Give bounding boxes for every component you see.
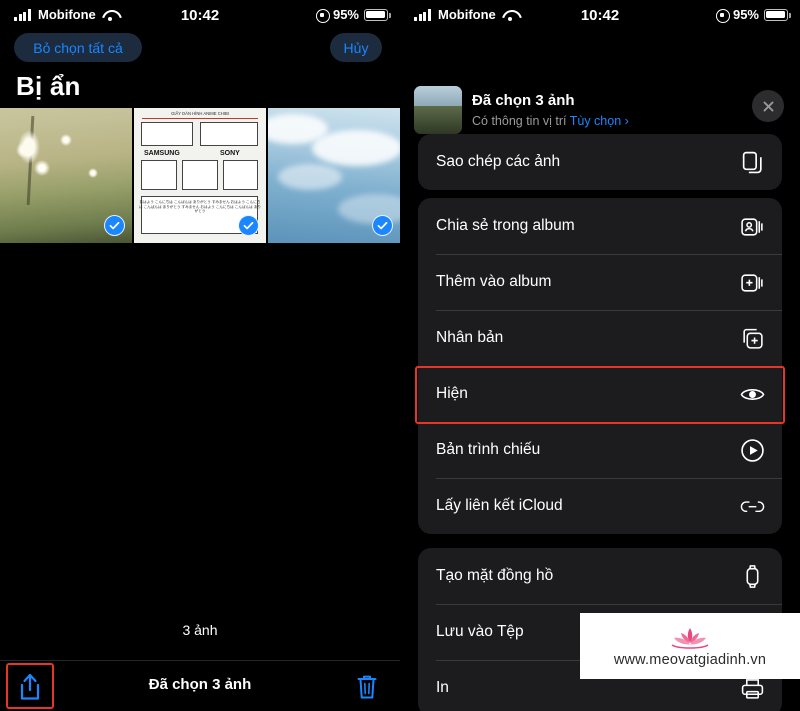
duplicate-icon: [738, 324, 766, 352]
add-to-album-icon: [738, 268, 766, 296]
status-bar-right: Mobifone 10:42 95%: [400, 0, 800, 32]
row-label: Tạo mặt đồng hồ: [436, 567, 554, 584]
row-slideshow[interactable]: Bản trình chiếu: [418, 422, 782, 478]
share-sheet-title: Đã chọn 3 ảnh: [472, 92, 575, 109]
row-label: Chia sẻ trong album: [436, 217, 575, 234]
action-group-2: Chia sẻ trong album Thêm vào album Nhân …: [418, 198, 782, 534]
battery-icon: [764, 8, 791, 21]
checkmark-icon: [109, 221, 120, 230]
selection-thumbnail[interactable]: [414, 86, 462, 134]
row-share-in-album[interactable]: Chia sẻ trong album: [418, 198, 782, 254]
play-circle-icon: [738, 436, 766, 464]
share-icon[interactable]: [18, 673, 42, 701]
close-icon: [763, 101, 773, 111]
page-title: Bị ẩn: [16, 71, 81, 101]
selection-summary-label: Đã chọn 3 ảnh: [148, 676, 252, 693]
row-label: Hiện: [436, 385, 468, 402]
trash-icon[interactable]: [356, 674, 378, 700]
location-info-label: Có thông tin vị trí: [472, 114, 567, 128]
row-label: Lưu vào Tệp: [436, 623, 524, 640]
action-group-1: Sao chép các ảnh: [418, 134, 782, 190]
navigation-row: Bỏ chọn tất cả Hủy: [0, 33, 400, 63]
photo-thumbnail-1[interactable]: [0, 108, 132, 243]
eye-icon: [738, 380, 766, 408]
photos-app-panel: Mobifone 10:42 95% Bỏ chọn tất cả Hủy Bị…: [0, 0, 400, 711]
watermark-url: www.meovatgiadinh.vn: [613, 651, 767, 668]
row-label: In: [436, 679, 449, 696]
row-create-watch-face[interactable]: Tạo mặt đồng hồ: [418, 548, 782, 604]
row-duplicate[interactable]: Nhân bản: [418, 310, 782, 366]
selection-check-1[interactable]: [104, 215, 125, 236]
screenshot-root: Mobifone 10:42 95% Bỏ chọn tất cả Hủy Bị…: [0, 0, 800, 711]
row-label: Lấy liên kết iCloud: [436, 497, 563, 514]
share-sheet-panel: Mobifone 10:42 95% Đã chọn 3 ảnh Có thôn…: [400, 0, 800, 711]
row-label: Nhân bản: [436, 329, 504, 346]
row-icloud-link[interactable]: Lấy liên kết iCloud: [418, 478, 782, 534]
checkmark-icon: [243, 221, 254, 230]
cancel-button[interactable]: Hủy: [330, 33, 382, 62]
selection-check-3[interactable]: [372, 215, 393, 236]
photo-grid: GIẤY DÁN HÌNH ANIME CHIBI SAMSUNG SONY お…: [0, 108, 400, 243]
photo-count-label: 3 ảnh: [182, 622, 218, 638]
deselect-all-button[interactable]: Bỏ chọn tất cả: [14, 33, 142, 62]
photo-thumbnail-2[interactable]: GIẤY DÁN HÌNH ANIME CHIBI SAMSUNG SONY お…: [134, 108, 266, 243]
status-bar-right-group-2: 95%: [715, 7, 791, 23]
rotation-lock-icon: [315, 8, 330, 23]
bottom-toolbar: Đã chọn 3 ảnh: [0, 660, 400, 711]
rotation-lock-icon: [715, 8, 730, 23]
close-button[interactable]: [752, 90, 784, 122]
share-sheet-header: Đã chọn 3 ảnh Có thông tin vị trí Tùy ch…: [400, 32, 800, 134]
lotus-logo-icon: [671, 627, 709, 649]
battery-icon: [364, 8, 391, 21]
status-bar-right-group: 95%: [315, 7, 391, 23]
watermark: www.meovatgiadinh.vn: [580, 613, 800, 679]
battery-percent-label: 95%: [732, 7, 759, 22]
battery-percent-label: 95%: [332, 7, 359, 22]
link-icon: [738, 492, 766, 520]
shared-album-icon: [738, 212, 766, 240]
status-bar-left: Mobifone 10:42 95%: [0, 0, 400, 32]
row-label: Sao chép các ảnh: [436, 153, 561, 170]
selection-check-2[interactable]: [238, 215, 259, 236]
row-unhide[interactable]: Hiện: [418, 366, 782, 422]
watch-icon: [738, 562, 766, 590]
row-add-to-album[interactable]: Thêm vào album: [418, 254, 782, 310]
options-link[interactable]: Tùy chọn ›: [570, 114, 629, 128]
checkmark-icon: [377, 221, 388, 230]
row-label: Bản trình chiếu: [436, 441, 541, 458]
share-sheet-subtitle: Có thông tin vị trí Tùy chọn ›: [472, 114, 629, 128]
photo-thumbnail-3[interactable]: [268, 108, 400, 243]
row-copy-photos[interactable]: Sao chép các ảnh: [418, 134, 782, 190]
row-label: Thêm vào album: [436, 273, 552, 290]
copy-icon: [738, 148, 766, 176]
